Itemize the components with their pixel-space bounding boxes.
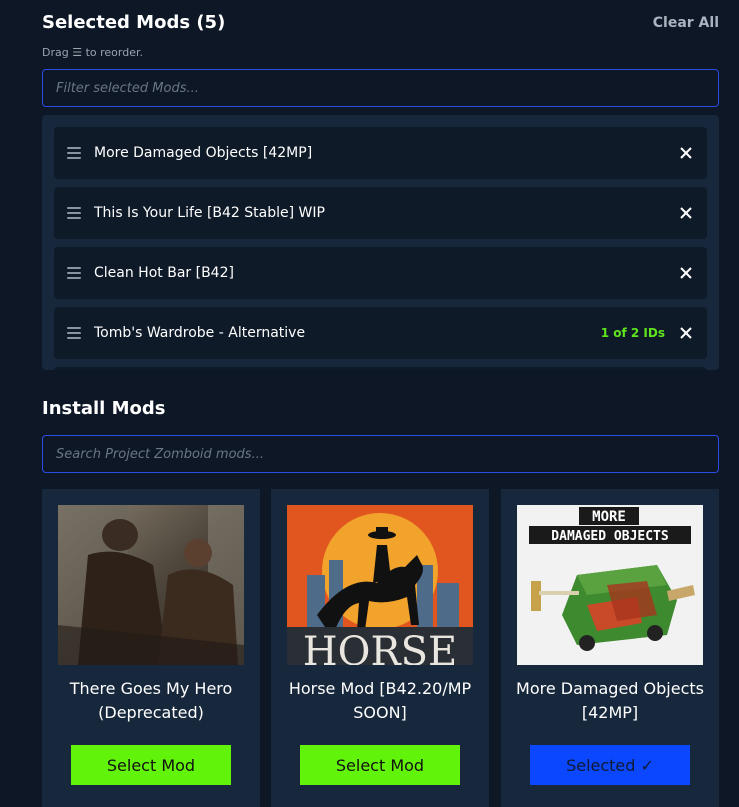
close-icon [680, 207, 692, 219]
search-mods-input[interactable] [42, 435, 719, 473]
selected-mod-name: Clean Hot Bar [B42] [94, 265, 234, 281]
drag-hint: Drag ☰ to reorder. [42, 46, 143, 59]
mod-thumbnail[interactable] [58, 505, 244, 665]
close-icon [680, 147, 692, 159]
select-mod-button[interactable]: Select Mod [300, 745, 460, 785]
drag-handle-icon[interactable] [67, 267, 81, 279]
remove-mod-button[interactable] [675, 262, 697, 284]
ids-count-badge: 1 of 2 IDs [600, 326, 665, 340]
remove-mod-button[interactable] [675, 322, 697, 344]
close-icon [680, 267, 692, 279]
selected-mod-item[interactable]: Tomb's Wardrobe - Alternative 1 of 2 IDs [54, 307, 707, 359]
selected-mod-name: More Damaged Objects [42MP] [94, 145, 313, 161]
mod-thumbnail[interactable]: MORE DAMAGED OBJECTS [517, 505, 703, 665]
selected-mod-item[interactable]: Clean Hot Bar [B42] [54, 247, 707, 299]
drag-handle-icon[interactable] [67, 147, 81, 159]
drag-handle-icon[interactable] [67, 207, 81, 219]
filter-selected-input[interactable] [42, 69, 719, 107]
drag-handle-icon[interactable] [67, 327, 81, 339]
mod-card-title: Horse Mod [B42.20/MP SOON] [288, 679, 472, 722]
selected-mod-name: This Is Your Life [B42 Stable] WIP [94, 205, 325, 221]
mod-card-title: More Damaged Objects [42MP] [516, 679, 704, 722]
selected-mods-list[interactable]: More Damaged Objects [42MP] This Is Your… [42, 115, 719, 370]
remove-mod-button[interactable] [675, 142, 697, 164]
mod-card-title: There Goes My Hero (Deprecated) [69, 679, 233, 722]
thumb-title-line2: DAMAGED OBJECTS [551, 529, 669, 544]
thumb-title-line1: MORE [592, 509, 626, 525]
selected-mods-title: Selected Mods (5) [42, 12, 226, 33]
mod-card[interactable]: HORSE Horse Mod [B42.20/MP SOON] Select … [271, 489, 489, 807]
selected-mod-item-partial[interactable] [54, 367, 707, 370]
horse-thumb-text: HORSE [303, 629, 457, 665]
remove-mod-button[interactable] [675, 202, 697, 224]
mod-thumbnail[interactable]: HORSE [287, 505, 473, 665]
select-mod-button[interactable]: Select Mod [71, 745, 231, 785]
selected-mod-item[interactable]: This Is Your Life [B42 Stable] WIP [54, 187, 707, 239]
mod-card[interactable]: MORE DAMAGED OBJECTS More Damaged Object… [501, 489, 719, 807]
close-icon [680, 327, 692, 339]
install-mods-title: Install Mods [42, 398, 166, 419]
selected-mod-name: Tomb's Wardrobe - Alternative [94, 325, 306, 341]
selected-mod-item[interactable]: More Damaged Objects [42MP] [54, 127, 707, 179]
selected-mod-button[interactable]: Selected ✓ [530, 745, 690, 785]
mod-card[interactable]: There Goes My Hero (Deprecated) Select M… [42, 489, 260, 807]
clear-all-button[interactable]: Clear All [653, 15, 719, 31]
